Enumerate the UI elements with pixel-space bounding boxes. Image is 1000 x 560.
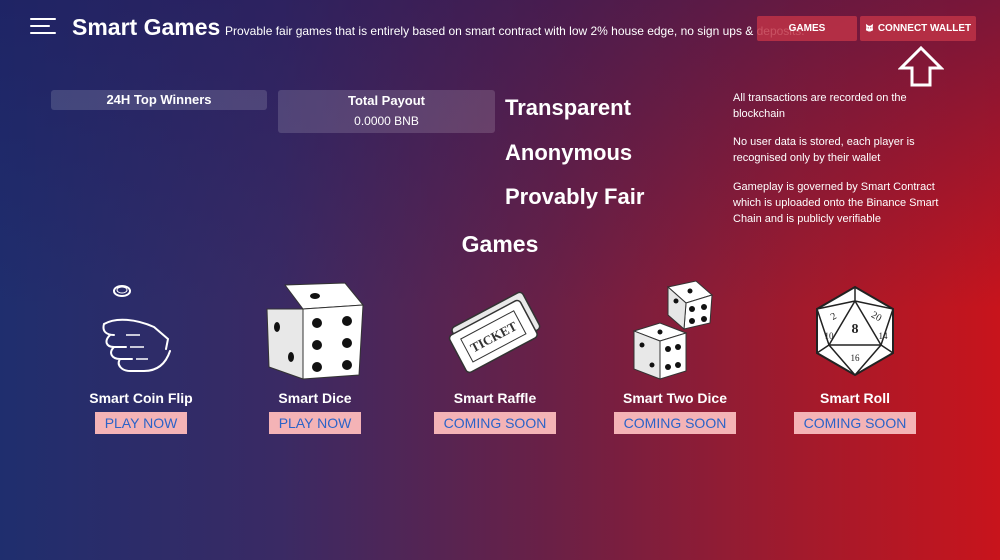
dice-icon: [266, 282, 365, 380]
game-card-coin-flip: Smart Coin Flip PLAY NOW: [66, 276, 216, 434]
d20-icon: 8 20 2 10 14 16: [816, 285, 894, 377]
game-card-two-dice: Smart Two Dice COMING SOON: [600, 276, 750, 434]
top-nav-bar: Smart Games Provable fair games that is …: [0, 0, 1000, 87]
feature-anonymous: Anonymous: [505, 140, 633, 165]
top-winners-title: 24H Top Winners: [106, 92, 212, 107]
game-card-raffle: TICKET Smart Raffle COMING SOON: [420, 276, 570, 434]
games-button[interactable]: GAMES: [757, 16, 857, 41]
connect-wallet-label: CONNECT WALLET: [877, 23, 972, 34]
info-no-user-data: No user data is stored, each player is r…: [733, 136, 915, 164]
svg-text:16: 16: [851, 353, 861, 363]
games-section-title: Games: [461, 231, 539, 257]
game-name: Smart Roll: [819, 390, 890, 406]
game-name: Smart Two Dice: [623, 390, 727, 406]
coming-soon-button[interactable]: COMING SOON: [793, 412, 917, 434]
svg-text:8: 8: [852, 322, 859, 337]
two-dice-icon: [632, 280, 714, 380]
game-name: Smart Coin Flip: [89, 390, 193, 406]
arrow-up-icon: [898, 46, 944, 87]
brand-tagline: Provable fair games that is entirely bas…: [225, 24, 805, 38]
svg-text:14: 14: [879, 331, 889, 341]
ticket-icon: TICKET: [448, 291, 541, 374]
info-blockchain: All transactions are recorded on the blo…: [733, 92, 907, 120]
game-card-roll: 8 20 2 10 14 16 Smart Roll COMING SOON: [780, 276, 930, 434]
info-smart-contract: Gameplay is governed by Smart Contract w…: [733, 181, 939, 225]
total-payout-panel: Total Payout 0.0000 BNB: [278, 90, 495, 133]
connect-wallet-button[interactable]: CONNECT WALLET: [860, 16, 976, 41]
svg-text:10: 10: [825, 331, 835, 341]
hamburger-menu-icon[interactable]: [30, 16, 56, 36]
feature-provably-fair: Provably Fair: [505, 184, 645, 209]
feature-transparent: Transparent: [505, 95, 631, 120]
top-winners-panel[interactable]: 24H Top Winners: [51, 90, 267, 110]
game-name: Smart Dice: [278, 390, 352, 406]
play-now-button[interactable]: PLAY NOW: [268, 412, 362, 434]
coming-soon-button[interactable]: COMING SOON: [613, 412, 737, 434]
game-name: Smart Raffle: [453, 390, 537, 406]
total-payout-value: 0.0000 BNB: [354, 114, 419, 128]
game-card-dice: Smart Dice PLAY NOW: [240, 276, 390, 434]
coin-flip-icon: [102, 284, 171, 372]
brand-title[interactable]: Smart Games: [72, 14, 220, 41]
total-payout-title: Total Payout: [347, 93, 426, 108]
metamask-fox-icon: [865, 23, 873, 32]
coming-soon-button[interactable]: COMING SOON: [433, 412, 557, 434]
play-now-button[interactable]: PLAY NOW: [94, 412, 188, 434]
